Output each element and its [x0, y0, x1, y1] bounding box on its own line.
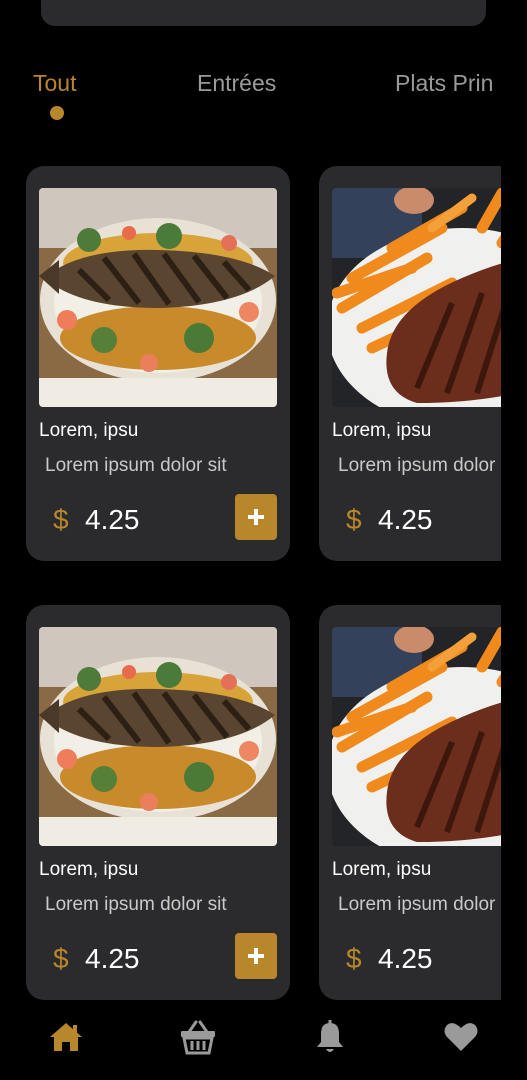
- currency-symbol: $: [53, 943, 69, 974]
- product-card[interactable]: Lorem, ipsu Lorem ipsum dolor sit $ 4.25: [319, 605, 501, 1000]
- app-screen: Tout Entrées Plats Prin Lorem, ipsu Lore…: [0, 0, 527, 1080]
- product-card[interactable]: Lorem, ipsu Lorem ipsum dolor sit $ 4.25: [26, 605, 290, 1000]
- ribs-fries-icon: [332, 188, 501, 407]
- home-icon[interactable]: [48, 1019, 84, 1055]
- currency-symbol: $: [346, 504, 362, 535]
- product-price: 4.25: [378, 504, 433, 535]
- product-grid: Lorem, ipsu Lorem ipsum dolor sit $ 4.25: [0, 160, 501, 1005]
- basket-icon[interactable]: [180, 1019, 216, 1055]
- bell-icon[interactable]: [312, 1019, 348, 1055]
- tab-plats-principaux[interactable]: Plats Prin: [395, 70, 493, 97]
- product-title: Lorem, ipsu: [332, 420, 432, 441]
- product-title: Lorem, ipsu: [332, 859, 432, 880]
- category-tabs: Tout Entrées Plats Prin: [0, 70, 527, 130]
- product-price: 4.25: [85, 943, 140, 974]
- plus-icon: [248, 948, 264, 964]
- bottom-navigation: [0, 1005, 527, 1080]
- tab-tout[interactable]: Tout: [33, 70, 76, 97]
- product-description: Lorem ipsum dolor sit: [338, 455, 501, 476]
- add-to-cart-button[interactable]: [235, 933, 277, 979]
- product-description: Lorem ipsum dolor sit: [45, 455, 227, 476]
- currency-symbol: $: [346, 943, 362, 974]
- product-price: 4.25: [85, 504, 140, 535]
- product-title: Lorem, ipsu: [39, 859, 139, 880]
- plus-icon: [248, 509, 264, 525]
- currency-symbol: $: [53, 504, 69, 535]
- product-description: Lorem ipsum dolor sit: [338, 894, 501, 915]
- grilled-fish-icon: [39, 627, 277, 846]
- grilled-fish-icon: [39, 188, 277, 407]
- product-title: Lorem, ipsu: [39, 420, 139, 441]
- add-to-cart-button[interactable]: [235, 494, 277, 540]
- product-description: Lorem ipsum dolor sit: [45, 894, 227, 915]
- product-card[interactable]: Lorem, ipsu Lorem ipsum dolor sit $ 4.25: [319, 166, 501, 561]
- ribs-fries-icon: [332, 627, 501, 846]
- product-price: 4.25: [378, 943, 433, 974]
- tab-entrees[interactable]: Entrées: [197, 70, 276, 97]
- active-tab-indicator: [50, 106, 64, 120]
- heart-icon[interactable]: [443, 1019, 479, 1055]
- search-bar[interactable]: [41, 0, 486, 26]
- product-card[interactable]: Lorem, ipsu Lorem ipsum dolor sit $ 4.25: [26, 166, 290, 561]
